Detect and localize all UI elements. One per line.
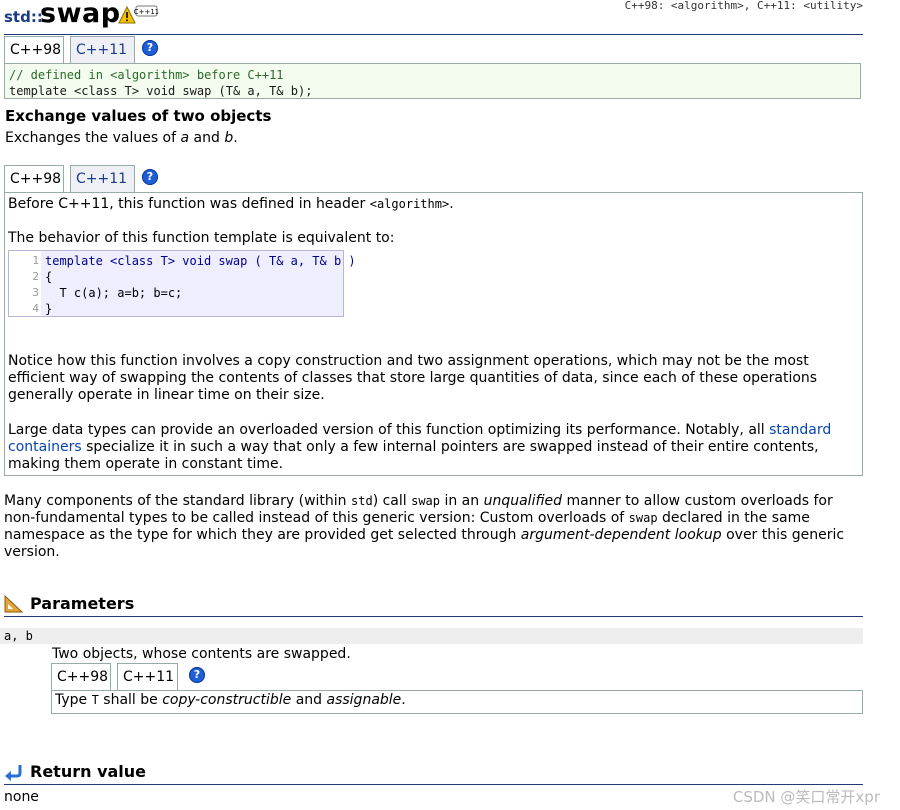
header-note: Before C++11, this function was defined … xyxy=(8,196,859,213)
header-code: <algorithm> xyxy=(369,197,450,211)
prototype-comment: // defined in <algorithm> before C++11 xyxy=(9,68,284,82)
copy-constructible-term: copy-constructible xyxy=(162,692,292,708)
line-number: 1 xyxy=(32,254,39,267)
adl-text: in an xyxy=(440,493,484,509)
version-description-box: Before C++11, this function was defined … xyxy=(4,192,863,476)
version-tabs-description: C++98 C++11 ? xyxy=(4,165,204,193)
code-line: T c(a); a=b; b=c; xyxy=(45,286,183,300)
parameters-title: Parameters xyxy=(30,594,135,613)
return-arrow-icon xyxy=(4,762,24,786)
prototype-box: // defined in <algorithm> before C++11 t… xyxy=(4,63,861,99)
unqualified-term: unqualified xyxy=(483,493,563,509)
tab-cpp11[interactable]: C++11 xyxy=(70,165,135,192)
code-source: template <class T> void swap ( T& a, T& … xyxy=(45,253,356,317)
tab-cpp11[interactable]: C++11 xyxy=(70,36,135,63)
tab-cpp98[interactable]: C++98 xyxy=(4,165,64,192)
adl-paragraph: Many components of the standard library … xyxy=(4,493,862,561)
summary-description: Exchanges the values of a and b. xyxy=(5,130,238,146)
return-value-title: Return value xyxy=(30,762,147,781)
namespace-label: std:: xyxy=(4,8,43,26)
tab-cpp98[interactable]: C++98 xyxy=(4,36,64,63)
equivalent-note: The behavior of this function template i… xyxy=(8,230,395,246)
assignable-term: assignable xyxy=(326,692,402,708)
summary-text-and: and xyxy=(189,130,225,146)
header-files-note: C++98: <algorithm>, C++11: <utility> xyxy=(624,0,863,12)
version-tabs-prototype: C++98 C++11 ? xyxy=(4,36,204,64)
overload-paragraph: Large data types can provide an overload… xyxy=(8,422,853,473)
help-icon[interactable]: ? xyxy=(189,667,205,683)
page-title: swap xyxy=(40,0,121,29)
summary-title: Exchange values of two objects xyxy=(5,107,272,125)
parameters-section-header: Parameters xyxy=(4,594,863,617)
swap-code: swap xyxy=(411,494,441,508)
tab-cpp11[interactable]: C++11 xyxy=(117,663,178,690)
prototype-signature: template <class T> void swap (T& a, T& b… xyxy=(9,84,313,98)
summary-text-end: . xyxy=(233,130,238,146)
return-value-text: none xyxy=(4,789,39,805)
req-text: . xyxy=(401,692,406,708)
overload-text: Large data types can provide an overload… xyxy=(8,422,770,438)
warning-icon: C++11 xyxy=(118,5,159,29)
return-value-section-header: Return value xyxy=(4,762,863,785)
code-line: template <class T> void swap ( T& a, T& … xyxy=(45,254,356,268)
tab-cpp98[interactable]: C++98 xyxy=(51,663,111,690)
header-note-text: Before C++11, this function was defined … xyxy=(8,196,370,212)
type-T-code: T xyxy=(91,693,99,707)
code-line: { xyxy=(45,270,53,284)
param-b: b xyxy=(224,130,234,146)
swap-code: swap xyxy=(628,511,658,525)
line-number: 3 xyxy=(32,286,39,299)
page-header: std:: swap C++11 C++98: <algorithm>, C++… xyxy=(4,0,863,35)
adl-text: ) call xyxy=(372,493,412,509)
overload-text-end: specialize it in such a way that only a … xyxy=(8,439,819,472)
adl-text: Many components of the standard library … xyxy=(4,493,351,509)
watermark: CSDN @笑口常开xpr xyxy=(732,788,880,806)
help-icon[interactable]: ? xyxy=(142,169,158,185)
adl-term: argument-dependent lookup xyxy=(520,527,722,543)
code-block: 1 2 3 4 template <class T> void swap ( T… xyxy=(8,250,356,317)
req-text: Type xyxy=(55,692,92,708)
std-code: std xyxy=(351,494,373,508)
parameter-description: Two objects, whose contents are swapped. xyxy=(52,646,351,662)
svg-text:C++11: C++11 xyxy=(134,8,158,16)
ruler-icon xyxy=(4,594,24,618)
line-number: 4 xyxy=(32,302,39,315)
parameter-names: a, b xyxy=(0,628,863,644)
version-tabs-parameters: C++98 C++11 ? xyxy=(51,663,251,691)
help-icon[interactable]: ? xyxy=(142,40,158,56)
req-text: and xyxy=(291,692,327,708)
header-note-end: . xyxy=(449,196,454,212)
line-number: 2 xyxy=(32,270,39,283)
req-text: shall be xyxy=(98,692,163,708)
summary-text: Exchanges the values of xyxy=(5,130,181,146)
copy-cost-paragraph: Notice how this function involves a copy… xyxy=(8,353,818,403)
parameter-requirements-box: Type T shall be copy-constructible and a… xyxy=(51,690,863,714)
code-line: } xyxy=(45,302,53,316)
param-a: a xyxy=(180,130,190,146)
line-numbers: 1 2 3 4 xyxy=(9,251,41,316)
